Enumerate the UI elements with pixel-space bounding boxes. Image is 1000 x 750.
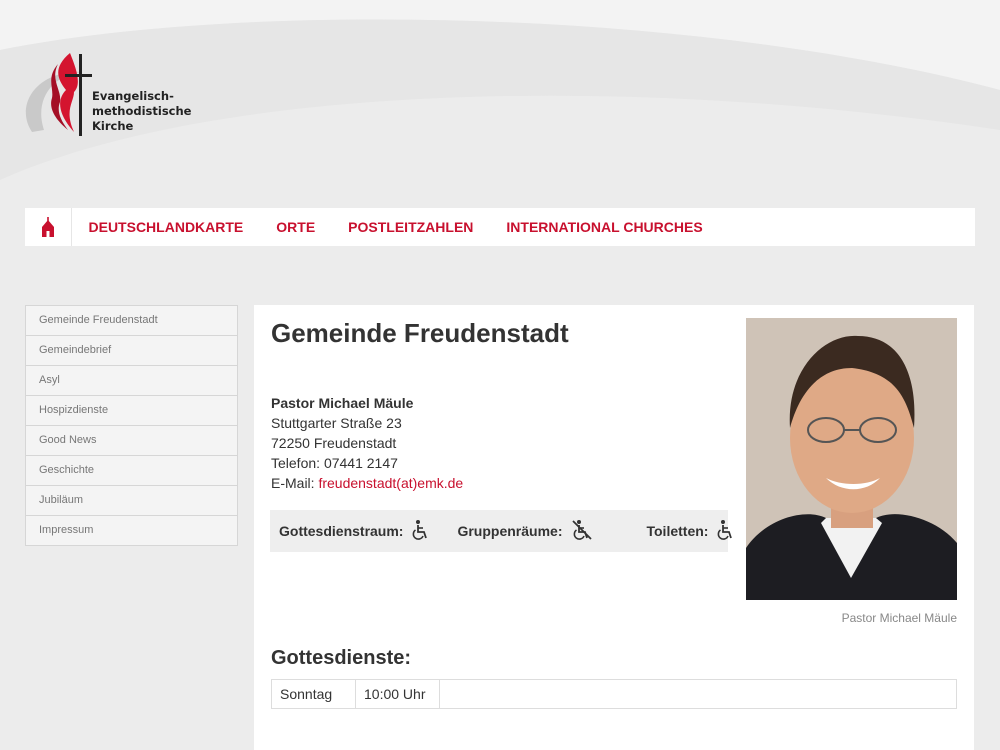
- sidebar-item-gemeinde-freudenstadt[interactable]: Gemeinde Freudenstadt: [26, 306, 237, 336]
- wheelchair-icon: [717, 519, 737, 544]
- services-table: Sonntag 10:00 Uhr: [271, 679, 957, 709]
- contact-info: Pastor Michael Mäule Stuttgarter Straße …: [271, 393, 463, 493]
- table-row: Sonntag 10:00 Uhr: [271, 679, 957, 709]
- nav-item-postleitzahlen[interactable]: POSTLEITZAHLEN: [332, 208, 490, 246]
- photo-caption: Pastor Michael Mäule: [841, 611, 957, 625]
- accessibility-bar: Gottesdienstraum: Gruppenräume: Toilette…: [270, 510, 733, 552]
- services-heading: Gottesdienste:: [271, 647, 412, 669]
- email-line: E-Mail: freudenstadt(at)emk.de: [271, 473, 463, 493]
- sidebar-item-asyl[interactable]: Asyl: [26, 366, 237, 396]
- access-label-gruppenraeume: Gruppenräume:: [457, 523, 563, 539]
- phone-number: 07441 2147: [323, 455, 398, 471]
- access-gruppenraeume: Gruppenräume:: [457, 519, 593, 544]
- logo-line-1: Evangelisch-: [92, 89, 174, 103]
- sidebar-item-hospizdienste[interactable]: Hospizdienste: [26, 396, 237, 426]
- sidebar-item-good-news[interactable]: Good News: [26, 426, 237, 456]
- page-title: Gemeinde Freudenstadt: [271, 318, 569, 348]
- pastor-name: Pastor Michael Mäule: [271, 395, 414, 411]
- logo-line-2: methodistische: [92, 104, 192, 118]
- phone-label: Telefon:: [271, 455, 321, 471]
- service-day: Sonntag: [271, 679, 356, 709]
- nav-item-orte[interactable]: ORTE: [260, 208, 332, 246]
- wheelchair-icon: [412, 519, 432, 544]
- access-label-toiletten: Toiletten:: [646, 523, 709, 539]
- service-time: 10:00 Uhr: [355, 679, 440, 709]
- sidebar-item-impressum[interactable]: Impressum: [26, 516, 237, 545]
- main-content: Gemeinde Freudenstadt Pastor Michael Mäu…: [254, 305, 974, 750]
- sidebar-item-gemeindebrief[interactable]: Gemeindebrief: [26, 336, 237, 366]
- street-address: Stuttgarter Straße 23: [271, 415, 402, 431]
- access-label-gottesdienstraum: Gottesdienstraum:: [279, 523, 404, 539]
- nav-item-deutschlandkarte[interactable]: DEUTSCHLANDKARTE: [72, 208, 260, 246]
- nav-item-international-churches[interactable]: INTERNATIONAL CHURCHES: [490, 208, 719, 246]
- access-gottesdienstraum: Gottesdienstraum:: [279, 519, 432, 544]
- phone-line: Telefon: 07441 2147: [271, 453, 463, 473]
- sidebar-menu: Gemeinde Freudenstadt Gemeindebrief Asyl…: [25, 305, 238, 546]
- header-background: [0, 0, 1000, 300]
- no-wheelchair-icon: [571, 519, 593, 544]
- logo-line-3: Kirche: [92, 119, 134, 133]
- email-label: E-Mail:: [271, 475, 315, 491]
- church-icon: [42, 217, 54, 237]
- access-toiletten: Toiletten:: [646, 519, 737, 544]
- sidebar-item-jubilaeum[interactable]: Jubiläum: [26, 486, 237, 516]
- service-note: [439, 679, 957, 709]
- logo[interactable]: Evangelisch- methodistische Kirche: [22, 50, 202, 140]
- main-navigation: DEUTSCHLANDKARTE ORTE POSTLEITZAHLEN INT…: [25, 208, 975, 246]
- email-link[interactable]: freudenstadt(at)emk.de: [318, 475, 463, 491]
- city-address: 72250 Freudenstadt: [271, 435, 397, 451]
- sidebar-item-geschichte[interactable]: Geschichte: [26, 456, 237, 486]
- logo-mark-icon: [25, 53, 92, 136]
- logo-text: Evangelisch- methodistische Kirche: [92, 89, 191, 134]
- pastor-photo: [746, 318, 957, 600]
- nav-home-button[interactable]: [25, 208, 72, 246]
